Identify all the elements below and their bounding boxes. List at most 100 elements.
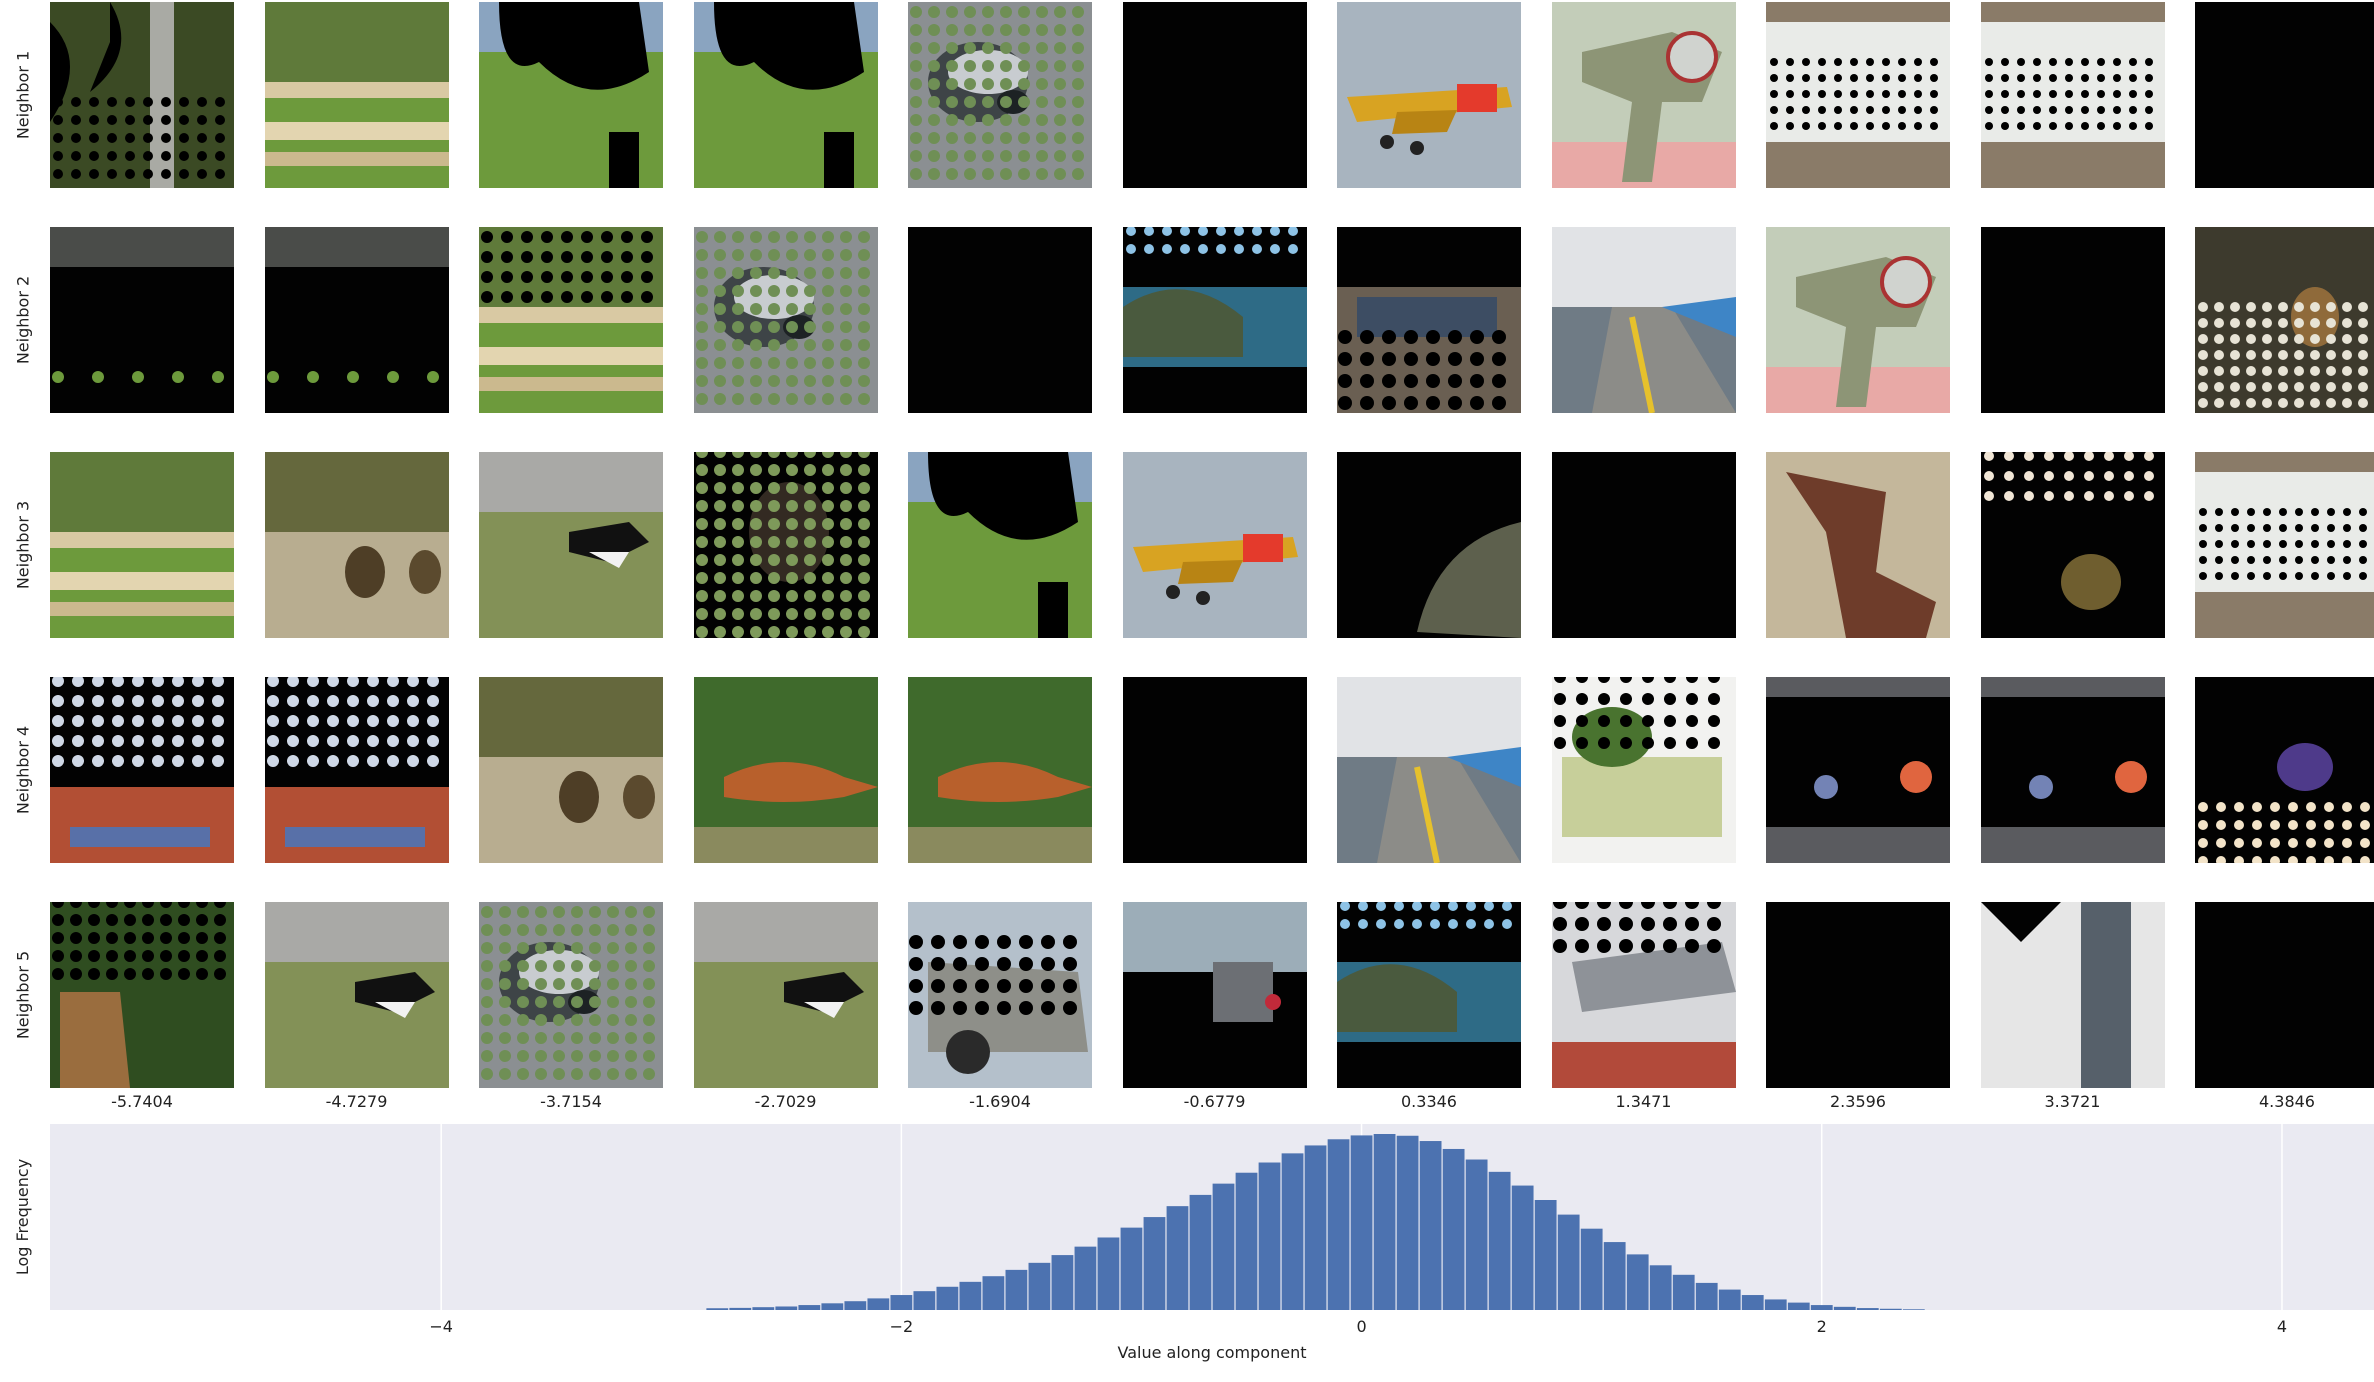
neighbor-image-r5-c2: [264, 902, 449, 1088]
histogram-bar: [913, 1291, 936, 1310]
histogram-bar: [1741, 1295, 1764, 1310]
neighbor-image-grid: Neighbor 1 Neighbor 2 Neighbor 3 Neighbor 4…: [0, 0, 2374, 1100]
histogram-bar: [1327, 1139, 1350, 1310]
histogram-bar: [1189, 1194, 1212, 1310]
x-tick-label: 4: [2277, 1317, 2287, 1336]
histogram-bar: [1810, 1305, 1833, 1310]
neighbor-image-r4-c6: [1122, 677, 1307, 863]
column-value-label: -2.7029: [754, 1092, 817, 1111]
histogram-bar: [1120, 1227, 1143, 1310]
histogram-bar: [1603, 1242, 1626, 1310]
neighbor-image-r3-c10: [1980, 452, 2165, 638]
row-label-neighbor-4: Neighbor 4: [8, 677, 38, 863]
x-tick-label: 2: [1817, 1317, 1827, 1336]
neighbor-image-r3-c4: [693, 452, 878, 638]
histogram-bar: [1511, 1185, 1534, 1310]
neighbor-image-r4-c5: [908, 677, 1092, 863]
column-value-label: 1.3471: [1615, 1092, 1672, 1111]
neighbor-image-r5-c4: [693, 902, 878, 1088]
neighbor-image-r4-c3: [479, 677, 663, 863]
histogram-bar: [1235, 1172, 1258, 1310]
neighbor-image-r4-c11: [2195, 677, 2374, 863]
histogram-bar: [1373, 1134, 1396, 1310]
histogram-bar: [1051, 1255, 1074, 1310]
neighbor-image-r2-c4: [693, 227, 878, 413]
row-label-neighbor-3: Neighbor 3: [8, 452, 38, 638]
histogram-bar: [1028, 1262, 1051, 1310]
histogram-bar: [1718, 1289, 1741, 1310]
histogram-bar: [1166, 1206, 1189, 1310]
row-label-text: Neighbor 3: [13, 500, 33, 590]
histogram-bar: [1557, 1214, 1580, 1310]
histogram-bar: [1902, 1309, 1925, 1310]
neighbor-image-r5-c1: [50, 902, 234, 1088]
neighbor-image-r5-c7: [1337, 902, 1521, 1088]
histogram-bar: [729, 1307, 752, 1310]
neighbor-image-r2-c11: [2195, 227, 2374, 413]
column-value-label: 4.3846: [2259, 1092, 2315, 1111]
histogram-bar: [1626, 1254, 1649, 1310]
histogram-bar: [1419, 1141, 1442, 1310]
neighbor-image-r2-c9: [1766, 227, 1950, 413]
neighbor-image-r1-c9: [1766, 2, 1950, 188]
neighbor-image-r1-c2: [264, 2, 449, 188]
histogram-bar: [1787, 1302, 1810, 1310]
row-label-neighbor-2: Neighbor 2: [8, 227, 38, 413]
histogram-bar: [775, 1306, 798, 1310]
neighbor-image-r4-c1: [50, 677, 234, 863]
neighbor-image-r4-c9: [1766, 677, 1950, 863]
histogram-bar: [1879, 1308, 1902, 1310]
histogram-bar: [867, 1298, 890, 1310]
histogram-bar: [798, 1305, 821, 1310]
histogram-bar: [1258, 1162, 1281, 1310]
neighbor-image-r5-c6: [1122, 902, 1307, 1088]
histogram-bar: [1488, 1171, 1511, 1310]
plot-area: [50, 1124, 2374, 1310]
histogram-bar: [1534, 1200, 1557, 1310]
x-tick-label: −4: [429, 1317, 453, 1336]
histogram-bar: [844, 1301, 867, 1310]
neighbor-image-r5-c9: [1766, 902, 1950, 1088]
histogram-bar: [1304, 1145, 1327, 1310]
histogram-bar: [821, 1303, 844, 1310]
histogram-bar: [1281, 1153, 1304, 1310]
neighbor-image-r4-c2: [264, 677, 449, 863]
row-label-text: Neighbor 5: [13, 950, 33, 1040]
column-value-label: -3.7154: [540, 1092, 602, 1111]
neighbor-image-r2-c5: [908, 227, 1092, 413]
column-value-label: -4.7279: [325, 1092, 388, 1111]
row-label-text: Neighbor 4: [13, 725, 33, 815]
row-label-neighbor-5: Neighbor 5: [8, 902, 38, 1088]
x-tick-labels: −4 −2 0 2 4: [429, 1317, 2287, 1336]
neighbor-image-r2-c7: [1337, 227, 1521, 413]
histogram-bar: [936, 1286, 959, 1310]
neighbor-image-r1-c4: [693, 2, 878, 188]
neighbor-image-r3-c5: [908, 452, 1092, 638]
x-tick-label: −2: [890, 1317, 914, 1336]
neighbor-image-r3-c9: [1766, 452, 1950, 638]
neighbor-image-r3-c8: [1551, 452, 1736, 638]
neighbor-image-r5-c3: [479, 902, 663, 1088]
neighbor-image-r1-c11: [2195, 2, 2374, 188]
row-label-text: Neighbor 2: [13, 275, 33, 365]
neighbor-image-r1-c7: [1337, 2, 1521, 188]
neighbor-image-r1-c5: [908, 2, 1092, 188]
neighbor-image-r3-c3: [479, 452, 663, 638]
neighbor-image-r4-c8: [1551, 677, 1736, 863]
column-value-label: 0.3346: [1401, 1092, 1457, 1111]
histogram-bar: [1005, 1269, 1028, 1310]
x-tick-label: 0: [1356, 1317, 1366, 1336]
row-label-text: Neighbor 1: [13, 50, 33, 140]
histogram-bar: [982, 1276, 1005, 1310]
neighbor-image-r3-c11: [2195, 452, 2374, 638]
histogram-bar: [752, 1307, 775, 1310]
neighbor-image-r1-c3: [479, 2, 663, 188]
neighbor-image-r5-c11: [2195, 902, 2374, 1088]
column-value-label: -1.6904: [969, 1092, 1031, 1111]
neighbor-image-r2-c10: [1980, 227, 2165, 413]
histogram-bar: [1074, 1246, 1097, 1310]
histogram-bar: [1649, 1265, 1672, 1310]
x-axis-label: Value along component: [1118, 1343, 1307, 1362]
neighbor-image-r2-c8: [1551, 227, 1736, 413]
histogram-chart: −4 −2 0 2 4 Log Frequency Value along compon…: [13, 1124, 2374, 1362]
